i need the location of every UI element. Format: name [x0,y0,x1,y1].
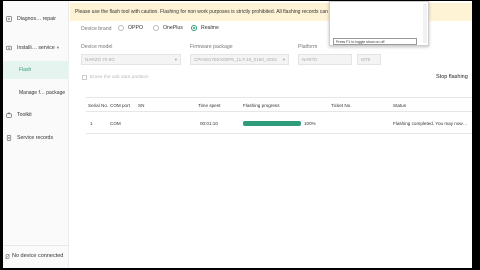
firmware-value: CPH2617EEX00P8_11.F.16_0160_2024 [194,57,277,62]
sidebar-item-flash[interactable]: Flash [3,61,69,79]
device-status-text: No device connected [12,253,64,259]
sidebar-item-label: Toolkit [17,112,32,118]
column-header-serial: Serial No. [88,103,109,108]
sidebar: Diagnos… repair Installi… service ▾ Flas… [3,1,69,268]
brand-radio-oppo[interactable]: OPPO [118,25,143,31]
platform-value: MT6 [361,57,371,62]
column-header-ticket: Ticket No. [331,103,352,108]
table-top-divider [86,97,472,98]
radio-label: Realme [201,25,219,31]
device-brand-label: Device brand [81,26,112,32]
app-window: Diagnos… repair Installi… service ▾ Flas… [3,1,472,268]
console-popup[interactable]: × Press F1 to toggle show on off [329,1,429,46]
device-model-select[interactable]: NARZO 70 5G ▾ [81,54,181,65]
platform-value-field[interactable]: MT6 [357,54,381,65]
firmware-select[interactable]: CPH2617EEX00P8_11.F.16_0160_2024 ▾ [190,54,289,65]
diagnose-icon [6,16,12,22]
sidebar-item-install[interactable]: Installi… service ▾ [3,39,69,57]
brand-radio-oneplus[interactable]: OnePlus [153,25,183,31]
cell-com: COM [110,121,121,126]
column-header-time: Time spent [198,103,221,108]
platform-prefix: NAR70 [302,57,317,62]
warning-banner-text: Please use the flash tool with caution. … [75,9,328,15]
platform-label: Platform [298,44,318,50]
sidebar-item-manage-package[interactable]: Manage f… package [3,84,69,102]
brand-radio-realme[interactable]: Realme [191,25,219,31]
chevron-down-icon: ▾ [282,57,285,62]
sidebar-item-label: Installi… service [17,45,55,51]
sidebar-item-toolkit[interactable]: Toolkit [3,106,69,124]
cell-progress-text: 100% [304,121,316,126]
sidebar-divider [3,245,69,246]
screen-frame: Diagnos… repair Installi… service ▾ Flas… [0,0,480,270]
flash-progress-fill [243,121,301,126]
radio-label: OPPO [128,25,143,31]
sidebar-item-label: Diagnos… repair [17,16,56,22]
column-header-status: Status [393,103,407,108]
flash-progress-bar [243,121,301,126]
radio-label: OnePlus [163,25,183,31]
radio-selected-icon [191,25,197,31]
sidebar-item-label: Service records [17,135,54,141]
radio-icon [153,25,159,31]
device-status: No device connected [5,253,63,259]
checkbox-icon [82,75,87,80]
table-header-divider [86,111,472,112]
chevron-down-icon: ▾ [174,57,177,62]
device-model-label: Device model [81,44,113,50]
column-header-com: COM port [110,103,130,108]
column-header-progress: Flashing progress [243,103,280,108]
column-header-sn: SN [138,103,145,108]
radio-icon [118,25,124,31]
install-icon [6,45,12,51]
firmware-label: Firmware package [190,44,233,50]
platform-field[interactable]: NAR70 [298,54,352,65]
chevron-down-icon: ▾ [56,45,60,50]
console-input[interactable]: Press F1 to toggle show on off [333,38,417,45]
stop-flashing-button[interactable]: Stop flashing [436,74,468,80]
table-row-divider [86,133,472,134]
sidebar-item-service-records[interactable]: Service records [3,129,69,147]
checkbox-label: Erase the usb data partition [90,75,149,80]
sidebar-item-label: Flash [19,67,32,73]
sidebar-item-diagnose[interactable]: Diagnos… repair [3,10,69,28]
cell-serial: 1 [90,121,93,126]
no-device-icon [5,253,10,259]
popup-scrollbar[interactable] [423,5,427,43]
erase-usb-checkbox[interactable]: Erase the usb data partition [82,75,149,80]
sidebar-item-label: Manage f… package [19,90,66,96]
toolkit-icon [6,112,12,118]
cell-time: 00:01:10 [200,121,218,126]
device-model-value: NARZO 70 5G [85,57,115,62]
records-icon [6,135,12,141]
cell-status: Flashing completed. You may now… [393,121,468,126]
